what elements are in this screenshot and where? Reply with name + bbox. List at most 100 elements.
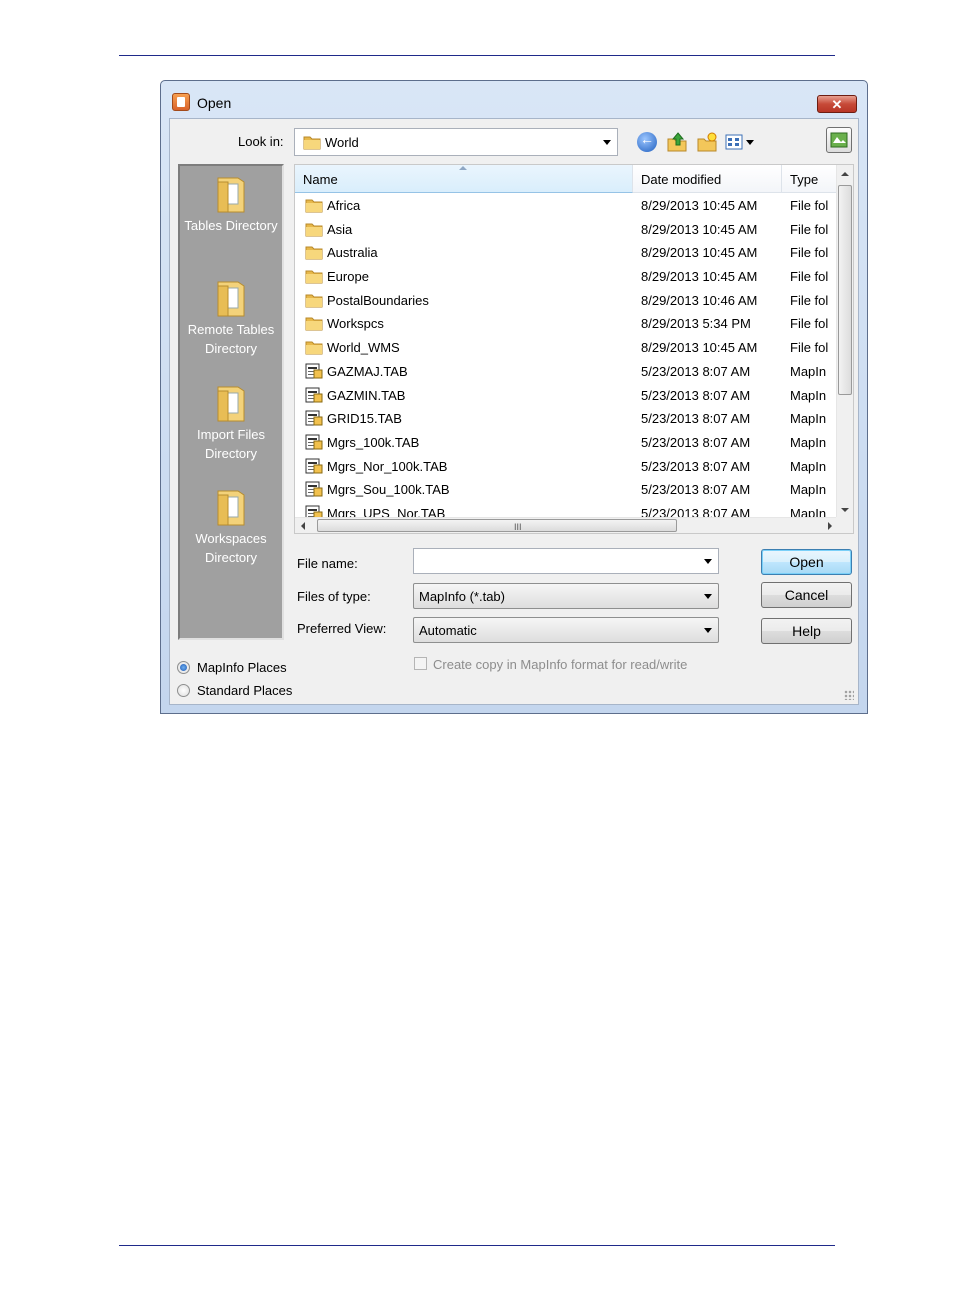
folder-documents-icon [217,490,245,526]
type-cell: File fol [790,198,829,213]
place-label: Remote Tables Directory [187,322,275,356]
chevron-down-icon[interactable] [603,140,611,145]
file-row[interactable]: PostalBoundaries 8/29/2013 10:46 AM File f… [295,288,838,312]
file-row[interactable]: GAZMAJ.TAB 5/23/2013 8:07 AM MapIn [295,359,838,383]
file-name-cell: Africa [327,198,361,213]
up-one-level-icon[interactable] [666,131,688,153]
views-menu-icon[interactable] [724,131,756,153]
file-row[interactable]: Mgrs_Nor_100k.TAB 5/23/2013 8:07 AM MapIn [295,454,838,478]
horizontal-scrollbar[interactable]: III [295,517,838,533]
place-label: Tables Directory [184,218,278,233]
files-of-type-select[interactable]: MapInfo (*.tab) [413,583,719,609]
column-header-type[interactable]: Type [782,165,838,193]
file-row[interactable]: Africa 8/29/2013 10:45 AM File fol [295,193,838,217]
cancel-button[interactable]: Cancel [761,582,852,608]
scroll-up-arrow-icon[interactable] [841,172,849,176]
folder-icon [305,292,323,308]
open-dialog: Open ✕ Look in: World ← Tables Directory… [160,80,868,714]
resize-grip-icon[interactable] [844,690,854,700]
scroll-left-arrow-icon[interactable] [301,522,305,530]
file-name-cell: World_WMS [327,340,400,356]
open-button[interactable]: Open [761,549,852,575]
type-cell: MapIn [790,482,827,498]
bottom-page-rule [119,1245,835,1246]
sort-ascending-icon [459,166,467,170]
type-cell: File fol [790,340,829,356]
column-header-date[interactable]: Date modified [633,165,782,193]
place-import-files-directory[interactable]: Import Files Directory [180,379,282,463]
mapinfo-table-icon [305,387,323,403]
standard-places-radio[interactable] [177,684,190,697]
folder-icon [305,244,323,260]
look-in-value: World [325,135,359,150]
folder-icon [303,136,321,150]
type-cell: MapIn [790,434,827,450]
look-in-combo[interactable]: World [294,128,618,156]
new-folder-icon[interactable] [696,131,718,153]
help-button[interactable]: Help [761,618,852,644]
file-name-cell: Workspcs [327,316,384,332]
preferred-view-select[interactable]: Automatic [413,617,719,643]
date-modified-cell: 8/29/2013 10:45 AM [641,221,758,237]
file-row[interactable]: Europe 8/29/2013 10:45 AM File fol [295,264,838,288]
place-label: Workspaces Directory [195,531,267,565]
folder-icon [305,315,323,331]
create-copy-checkbox[interactable] [414,657,427,670]
place-tables-directory[interactable]: Tables Directory [180,170,282,235]
file-rows: Africa 8/29/2013 10:45 AM File fol Asia 8/29… [295,193,838,519]
scroll-down-arrow-icon[interactable] [841,508,849,512]
mapinfo-table-icon [305,458,323,474]
file-row[interactable]: Mgrs_Sou_100k.TAB 5/23/2013 8:07 AM MapIn [295,477,838,501]
date-modified-cell: 8/29/2013 5:34 PM [641,316,751,332]
file-row[interactable]: GAZMIN.TAB 5/23/2013 8:07 AM MapIn [295,383,838,407]
folder-documents-icon [217,386,245,422]
file-list[interactable]: Name Date modified Type Africa 8/29/2013 … [294,164,854,534]
file-name-cell: Asia [327,221,353,237]
scroll-right-arrow-icon[interactable] [828,522,832,530]
file-row[interactable]: GRID15.TAB 5/23/2013 8:07 AM MapIn [295,406,838,430]
date-modified-cell: 8/29/2013 10:46 AM [641,292,758,308]
type-cell: MapIn [790,363,827,379]
mapinfo-places-radio[interactable] [177,661,190,674]
chevron-down-icon[interactable] [704,594,712,599]
mapinfo-app-icon [172,93,190,111]
place-workspaces-directory[interactable]: Workspaces Directory [180,483,282,567]
look-in-label: Look in: [238,134,284,149]
file-row[interactable]: Mgrs_100k.TAB 5/23/2013 8:07 AM MapIn [295,430,838,454]
file-name-cell: Europe [327,269,369,285]
column-header-label: Name [303,172,338,187]
column-header-label: Type [790,172,819,187]
folder-icon [305,268,323,284]
type-cell: File fol [790,316,829,332]
mapinfo-table-icon [305,410,323,426]
vertical-scrollbar[interactable] [836,165,853,519]
vertical-scroll-thumb[interactable] [838,185,852,395]
chevron-down-icon[interactable] [704,628,712,633]
date-modified-cell: 5/23/2013 8:07 AM [641,434,751,450]
folder-icon [305,221,323,237]
file-name-label: File name: [297,556,358,571]
type-cell: File fol [790,292,829,308]
type-cell: MapIn [790,411,827,427]
mapinfo-table-icon [305,434,323,450]
file-row[interactable]: Asia 8/29/2013 10:45 AM File fol [295,217,838,241]
close-button[interactable]: ✕ [817,95,857,113]
title-bar[interactable]: Open ✕ [161,81,867,113]
chevron-down-icon[interactable] [704,559,712,564]
file-row[interactable]: World_WMS 8/29/2013 10:45 AM File fol [295,335,838,359]
file-row[interactable]: Workspcs 8/29/2013 5:34 PM File fol [295,311,838,335]
place-remote-tables-directory[interactable]: Remote Tables Directory [180,274,282,358]
file-name-combo[interactable] [413,548,719,574]
horizontal-scroll-thumb[interactable]: III [317,519,677,532]
file-name-cell: PostalBoundaries [327,292,429,308]
top-page-rule [119,55,835,56]
back-icon[interactable] [637,131,657,152]
date-modified-cell: 5/23/2013 8:07 AM [641,411,751,427]
mapinfo-places-label: MapInfo Places [197,660,287,675]
create-copy-label: Create copy in MapInfo format for read/w… [433,657,688,672]
file-row[interactable]: Australia 8/29/2013 10:45 AM File fol [295,240,838,264]
folder-documents-icon [217,281,245,317]
places-plugin-button[interactable] [826,127,852,153]
type-cell: File fol [790,269,829,285]
column-header-name[interactable]: Name [295,165,633,193]
